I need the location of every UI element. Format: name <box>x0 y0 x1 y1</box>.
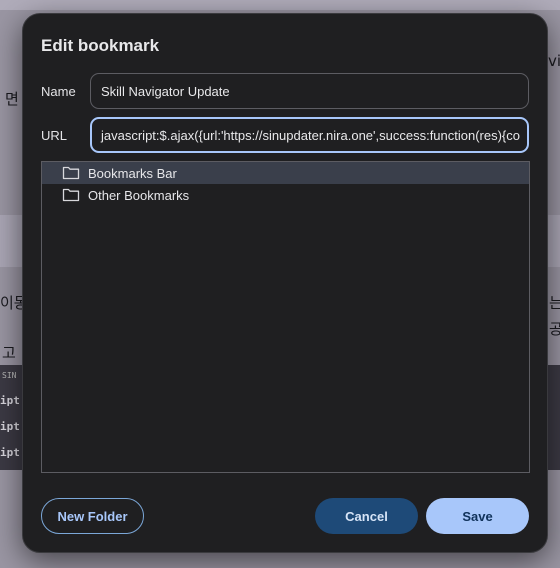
name-field[interactable]: Skill Navigator Update <box>90 73 529 109</box>
url-label: URL <box>41 128 68 143</box>
new-folder-button[interactable]: New Folder <box>41 498 144 534</box>
folder-tree[interactable]: Bookmarks Bar Other Bookmarks <box>41 161 530 473</box>
dialog-title: Edit bookmark <box>41 36 160 55</box>
folder-icon <box>62 188 80 202</box>
edit-bookmark-dialog: Edit bookmark Name Skill Navigator Updat… <box>22 13 548 553</box>
background-text: 공 <box>549 320 560 338</box>
cancel-button[interactable]: Cancel <box>315 498 418 534</box>
background-text: SIN <box>2 371 17 380</box>
background-text: 고 <box>2 344 16 362</box>
name-label: Name <box>41 84 76 99</box>
folder-item-label: Bookmarks Bar <box>88 165 177 181</box>
background-text: vig <box>548 52 560 70</box>
background-text: 는 <box>549 294 560 312</box>
folder-item-label: Other Bookmarks <box>88 187 190 203</box>
folder-item-bookmarks-bar[interactable]: Bookmarks Bar <box>42 162 529 184</box>
background-text: 면 <box>5 90 19 108</box>
save-button[interactable]: Save <box>426 498 529 534</box>
folder-item-other-bookmarks[interactable]: Other Bookmarks <box>42 184 529 206</box>
background-strip <box>0 0 560 10</box>
background-code-panel <box>548 365 560 470</box>
folder-icon <box>62 166 80 180</box>
url-field[interactable]: javascript:$.ajax({url:'https://sinupdat… <box>90 117 529 153</box>
